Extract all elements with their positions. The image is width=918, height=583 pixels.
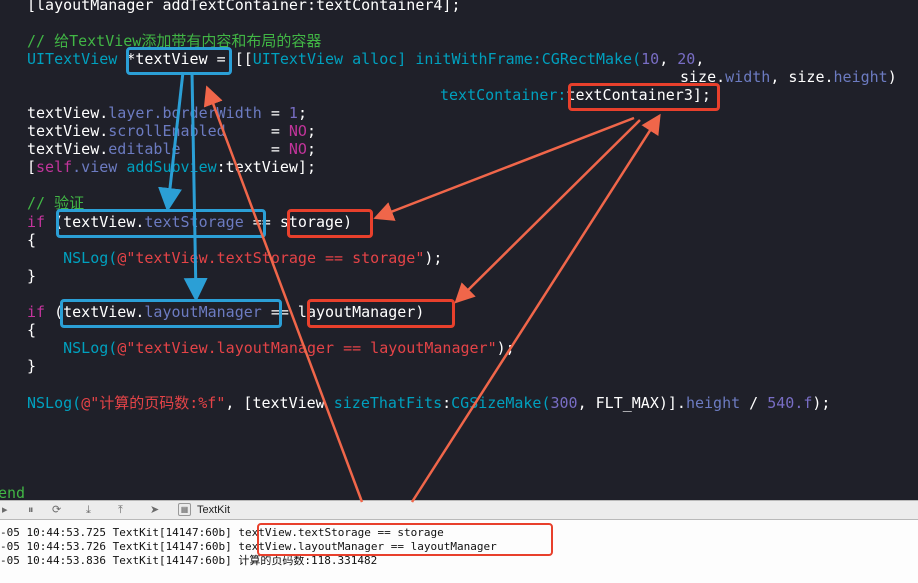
- target-icon[interactable]: ▦: [178, 503, 191, 516]
- code-line-brace: {: [27, 231, 36, 249]
- keyword-if: if: [27, 213, 46, 231]
- method-init: initWithFrame:: [415, 50, 542, 68]
- code-text: );: [812, 394, 831, 412]
- console-line: -05 10:44:53.836 TextKit[14147:60b] 计算的页…: [0, 554, 378, 567]
- brace: }: [27, 357, 37, 375]
- brace: {: [27, 321, 37, 339]
- code-line-nslog-storage: NSLog(@"textView.textStorage == storage"…: [27, 249, 442, 267]
- highlight-storage: [287, 209, 373, 238]
- number-literal: 10: [641, 50, 660, 68]
- highlight-layout-manager-prop: [60, 299, 282, 328]
- number-literal: 300: [550, 394, 578, 412]
- number-literal: 20: [677, 50, 696, 68]
- number-literal: 540.f: [767, 394, 813, 412]
- highlight-text-storage: [56, 209, 266, 238]
- param-label: textContainer:: [440, 86, 567, 104]
- string-literal: @"textView.layoutManager == layoutManage…: [117, 339, 497, 357]
- code-text: textView.: [27, 140, 109, 158]
- property-name: layer.borderWidth: [108, 104, 262, 122]
- keyword-if: if: [27, 303, 46, 321]
- code-text: [layoutManager addTextContainer:textCont…: [27, 0, 461, 14]
- highlight-layout-manager: [307, 299, 455, 328]
- code-line-nslog-layout-manager: NSLog(@"textView.layoutManager == layout…: [27, 339, 515, 357]
- string-literal: @"textView.textStorage == storage": [117, 249, 425, 267]
- highlight-console-output: [257, 523, 553, 556]
- function-cgrectmake: CGRectMake(: [541, 50, 642, 68]
- code-text: textView.: [27, 104, 109, 122]
- code-editor[interactable]: [layoutManager addTextContainer:textCont…: [0, 0, 918, 500]
- code-line-border-width: textView.layer.borderWidth = 1;: [27, 104, 307, 122]
- code-text: ;: [297, 104, 307, 122]
- method-alloc: alloc]: [343, 50, 416, 68]
- property-height: height: [833, 68, 888, 86]
- step-into-icon[interactable]: ⤓: [86, 503, 91, 517]
- keyword-self: self: [36, 158, 73, 176]
- property-name: scrollEnabled: [108, 122, 226, 140]
- code-text: ): [887, 68, 897, 86]
- code-line-editable: textView.editable = NO;: [27, 140, 316, 158]
- code-text: );: [424, 249, 443, 267]
- property-width: width: [725, 68, 771, 86]
- type-name: UITextView: [27, 50, 118, 68]
- function-nslog: NSLog(: [27, 339, 118, 357]
- code-line-brace: {: [27, 321, 36, 339]
- code-text: :: [442, 394, 452, 412]
- code-line-brace: }: [27, 357, 36, 375]
- property-name: editable: [108, 140, 181, 158]
- code-line-add-subview: [self.view addSubview:textView];: [27, 158, 316, 176]
- code-line-nslog-pages: NSLog(@"计算的页码数:%f", [textView sizeThatFi…: [27, 394, 830, 412]
- target-label[interactable]: TextKit: [197, 503, 230, 517]
- function-nslog: NSLog(: [27, 394, 82, 412]
- code-text: , FLT_MAX)].: [577, 394, 686, 412]
- code-text: =: [225, 122, 289, 140]
- keyword-literal: NO: [288, 140, 307, 158]
- code-line-brace: }: [27, 267, 36, 285]
- code-line-scroll-enabled: textView.scrollEnabled = NO;: [27, 122, 316, 140]
- code-text: [: [27, 158, 37, 176]
- class-name: UITextView: [252, 50, 344, 68]
- string-literal: @"计算的页码数:%f": [81, 394, 226, 412]
- brace: }: [27, 267, 37, 285]
- location-icon[interactable]: ➤: [150, 503, 159, 517]
- method-name: sizeThatFits: [333, 394, 443, 412]
- code-text: );: [496, 339, 515, 357]
- method-name: addSubview: [126, 158, 217, 176]
- code-text: ,: [659, 50, 678, 68]
- highlight-text-container: [568, 83, 720, 111]
- keyword-end: end: [0, 484, 26, 500]
- function-nslog: NSLog(: [27, 249, 118, 267]
- number-literal: 1: [288, 104, 298, 122]
- property-height: height: [685, 394, 741, 412]
- step-over-arrow-icon[interactable]: ⟳: [52, 503, 61, 517]
- code-text: , [textView: [225, 394, 334, 412]
- code-text: ;: [306, 140, 316, 158]
- property-name: .view: [72, 158, 127, 176]
- code-text: textView.: [27, 122, 109, 140]
- debug-toolbar: ▸ ⏸ ⟳ ⤓ ⤒ ➤ ▦ TextKit: [0, 500, 918, 520]
- code-text: =: [261, 104, 289, 122]
- code-text: =: [180, 140, 289, 158]
- code-text: /: [740, 394, 768, 412]
- code-text: ,: [695, 50, 705, 68]
- code-line-end: end: [0, 484, 25, 500]
- brace: {: [27, 231, 37, 249]
- step-over-icon[interactable]: ⏸: [28, 503, 34, 517]
- keyword-literal: NO: [288, 122, 307, 140]
- code-text: :textView];: [216, 158, 316, 176]
- console-output[interactable]: -05 10:44:53.725 TextKit[14147:60b] text…: [0, 520, 918, 583]
- highlight-textview-var: [126, 47, 232, 75]
- code-text: ;: [306, 122, 316, 140]
- continue-icon[interactable]: ▸: [2, 503, 8, 517]
- code-text: , size.: [770, 68, 834, 86]
- step-out-icon[interactable]: ⤒: [118, 503, 123, 517]
- function-cgsizemake: CGSizeMake(: [451, 394, 551, 412]
- code-line-add-container: [layoutManager addTextContainer:textCont…: [27, 0, 460, 14]
